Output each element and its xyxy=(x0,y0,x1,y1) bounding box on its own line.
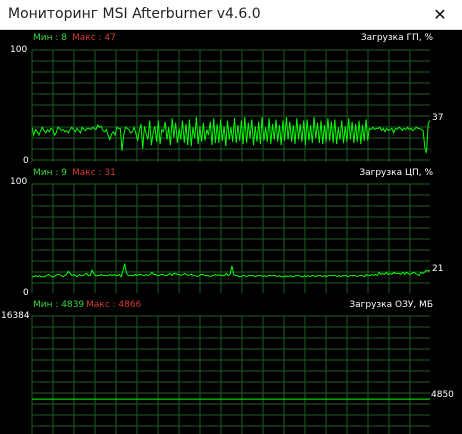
grid-lines xyxy=(31,183,430,293)
grid-lines xyxy=(31,315,430,434)
ram-plot xyxy=(31,315,430,434)
title-bar[interactable]: Мониторинг MSI Afterburner v4.6.0 ✕ xyxy=(0,0,462,30)
ram-load-graph: Мин : 4839 Макс : 4866 Загрузка ОЗУ, МБ … xyxy=(0,296,462,434)
series-line xyxy=(32,263,431,278)
grid-lines xyxy=(31,49,430,162)
monitoring-window: Мониторинг MSI Afterburner v4.6.0 ✕ Мин … xyxy=(0,0,462,434)
series-line xyxy=(31,117,431,154)
gpu-load-graph: Мин : 8 Макс : 47 Загрузка ГП, % 100 0 3… xyxy=(0,30,462,178)
window-title: Мониторинг MSI Afterburner v4.6.0 xyxy=(8,6,261,22)
cpu-plot xyxy=(31,183,431,293)
cpu-load-graph: Мин : 9 Макс : 31 Загрузка ЦП, % 100 0 2… xyxy=(0,164,462,298)
gpu-plot xyxy=(31,49,431,162)
close-icon[interactable]: ✕ xyxy=(418,0,462,30)
